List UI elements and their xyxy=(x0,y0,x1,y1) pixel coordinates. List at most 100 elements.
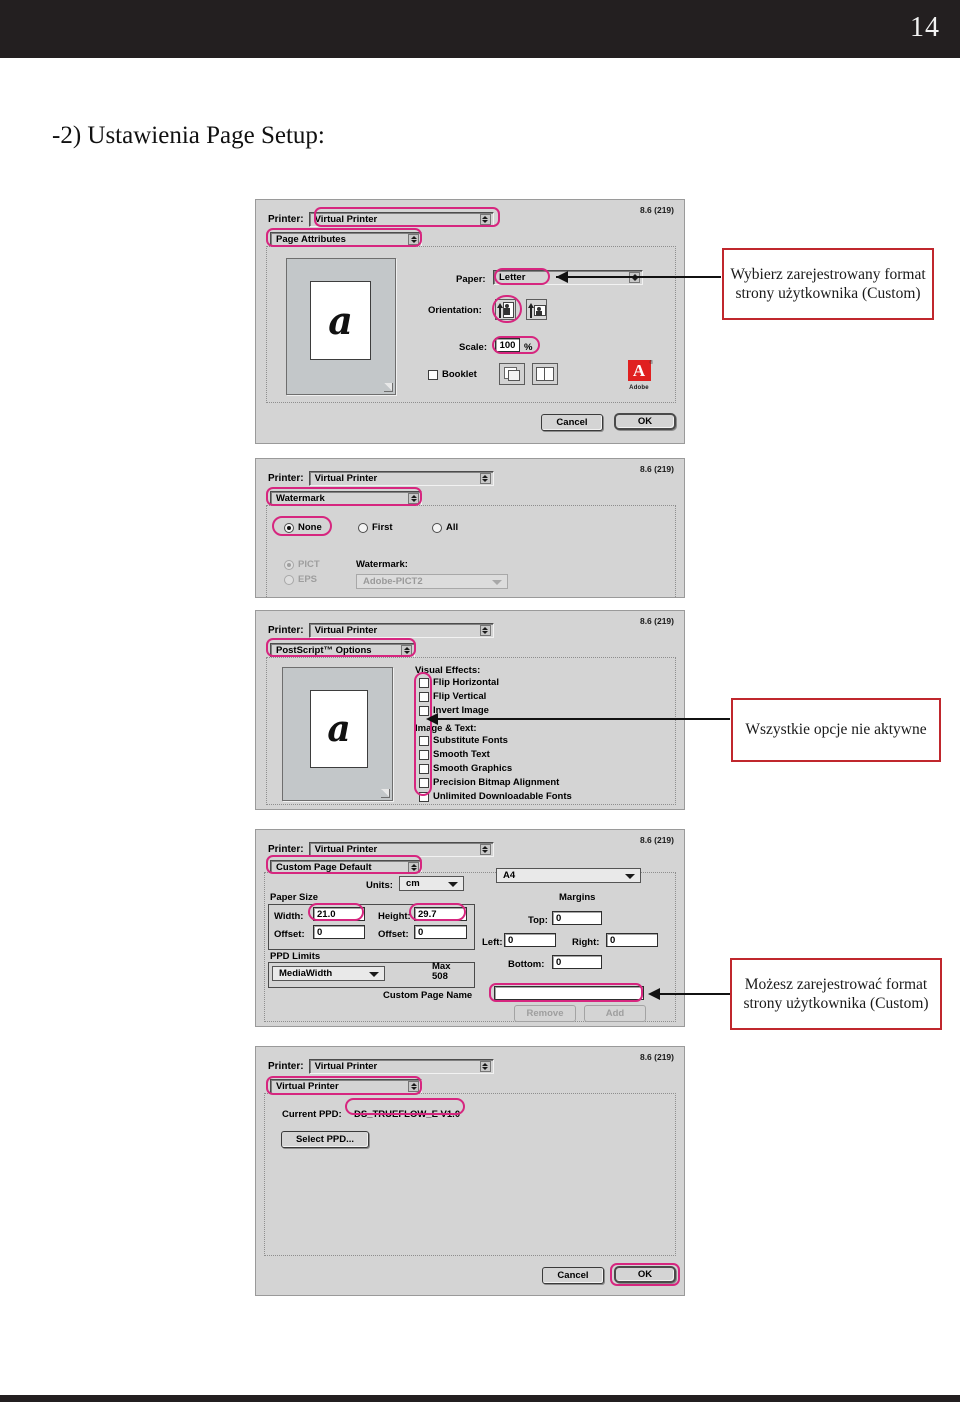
watermark-radio-pict[interactable]: PICT xyxy=(284,559,320,570)
pane-popup-menu-virtual-printer[interactable]: Virtual Printer xyxy=(270,1079,422,1094)
left-margin-value: 0 xyxy=(508,934,514,946)
pane-popup-menu-postscript[interactable]: PostScript™ Options xyxy=(270,643,415,658)
printer-popup-value: Virtual Printer xyxy=(314,473,378,484)
popup-arrows-icon xyxy=(479,1061,491,1072)
checkbox-label: Smooth Graphics xyxy=(433,763,513,774)
offset-left-label: Offset: xyxy=(274,929,305,940)
page-footer-rule xyxy=(0,1395,960,1402)
dialog-virtual-printer: 8.6 (219) Printer: Virtual Printer Virtu… xyxy=(255,1046,685,1296)
checkbox-smooth-graphics[interactable]: Smooth Graphics xyxy=(419,763,512,774)
top-margin-label: Top: xyxy=(528,915,548,926)
left-margin-input[interactable]: 0 xyxy=(504,933,556,947)
ok-button[interactable]: OK xyxy=(614,413,676,430)
page-preset-select[interactable]: A4 xyxy=(496,868,641,883)
printer-row: Printer: Virtual Printer xyxy=(268,623,494,638)
watermark-select[interactable]: Adobe-PICT2 xyxy=(356,574,508,589)
paper-label: Paper: xyxy=(456,274,486,285)
offset-right-input[interactable]: 0 xyxy=(414,925,467,939)
bottom-margin-input[interactable]: 0 xyxy=(552,955,602,969)
dialog-watermark: 8.6 (219) Printer: Virtual Printer Water… xyxy=(255,458,685,598)
printer-popup-value: Virtual Printer xyxy=(314,1061,378,1072)
radio-dot xyxy=(432,522,442,533)
top-margin-value: 0 xyxy=(556,912,562,924)
page-title: -2) Ustawienia Page Setup: xyxy=(52,122,325,149)
watermark-radio-all[interactable]: All xyxy=(432,522,458,533)
checkbox-precision-bitmap-alignment[interactable]: Precision Bitmap Alignment xyxy=(419,777,559,788)
popup-arrows-icon xyxy=(479,214,491,225)
printer-popup-menu[interactable]: Virtual Printer xyxy=(308,212,494,227)
driver-version-label: 8.6 (219) xyxy=(639,835,674,845)
checkbox-box xyxy=(419,749,429,760)
printer-row: Printer: Virtual Printer xyxy=(268,212,494,227)
orientation-portrait-icon[interactable] xyxy=(495,299,516,320)
checkbox-flip-vertical[interactable]: Flip Vertical xyxy=(419,691,486,702)
preview-dogear-icon xyxy=(381,789,390,798)
ppd-limits-select[interactable]: MediaWidth xyxy=(272,966,385,981)
scale-value: 100 xyxy=(499,339,516,351)
height-input[interactable]: 29.7 xyxy=(414,907,467,921)
units-select[interactable]: cm xyxy=(399,876,464,891)
watermark-radio-none[interactable]: None xyxy=(284,522,322,533)
popup-arrows-icon xyxy=(479,844,491,855)
preview-glyph: a xyxy=(328,298,353,343)
scale-input[interactable]: 100 xyxy=(495,338,520,352)
adobe-wordmark: Adobe xyxy=(629,385,649,391)
percent-label: % xyxy=(524,342,533,353)
visual-effects-group-label: Visual Effects: xyxy=(415,665,481,676)
current-ppd-label: Current PPD: xyxy=(282,1109,342,1120)
watermark-radio-eps[interactable]: EPS xyxy=(284,574,317,585)
cancel-button[interactable]: Cancel xyxy=(542,1267,604,1284)
cancel-button[interactable]: Cancel xyxy=(541,414,603,431)
checkbox-label: Flip Vertical xyxy=(433,691,487,702)
units-value: cm xyxy=(406,878,420,889)
watermark-select-value: Adobe-PICT2 xyxy=(363,576,423,587)
pane-popup-menu-page-attributes[interactable]: Page Attributes xyxy=(270,232,422,247)
add-button[interactable]: Add xyxy=(584,1005,646,1022)
width-value: 21.0 xyxy=(317,908,336,920)
orientation-landscape-icon[interactable] xyxy=(526,299,547,320)
popup-arrows-icon xyxy=(408,1081,419,1092)
checkbox-box xyxy=(419,691,429,702)
width-input[interactable]: 21.0 xyxy=(313,907,365,921)
right-margin-input[interactable]: 0 xyxy=(606,933,658,947)
booklet-style-2-icon[interactable] xyxy=(532,363,558,385)
pane-popup-menu-watermark[interactable]: Watermark xyxy=(270,491,422,506)
printer-popup-value: Virtual Printer xyxy=(314,844,378,855)
watermark-radio-first[interactable]: First xyxy=(358,522,393,533)
callout-select-custom-page: Wybierz zarejestrowany format strony uży… xyxy=(722,248,934,320)
arrowhead-3 xyxy=(648,988,660,1000)
checkbox-smooth-text[interactable]: Smooth Text xyxy=(419,749,490,760)
height-label: Height: xyxy=(378,911,411,922)
printer-popup-menu[interactable]: Virtual Printer xyxy=(308,471,494,486)
printer-popup-menu[interactable]: Virtual Printer xyxy=(308,842,494,857)
ok-button[interactable]: OK xyxy=(614,1266,676,1283)
top-margin-input[interactable]: 0 xyxy=(552,911,602,925)
pane-popup-value: Virtual Printer xyxy=(276,1081,339,1092)
arrowhead-2 xyxy=(426,713,438,725)
checkbox-substitute-fonts[interactable]: Substitute Fonts xyxy=(419,735,508,746)
remove-button[interactable]: Remove xyxy=(514,1005,576,1022)
printer-popup-menu[interactable]: Virtual Printer xyxy=(308,1059,494,1074)
page-header-bar: 14 xyxy=(0,0,960,58)
dialog-postscript-options: 8.6 (219) Printer: Virtual Printer PostS… xyxy=(255,610,685,810)
printer-label: Printer: xyxy=(268,625,304,636)
printer-popup-value: Virtual Printer xyxy=(314,625,378,636)
custom-page-name-input[interactable] xyxy=(494,986,644,1000)
booklet-checkbox[interactable]: Booklet xyxy=(428,369,477,380)
printer-popup-menu[interactable]: Virtual Printer xyxy=(308,623,494,638)
checkbox-unlimited-downloadable-fonts[interactable]: Unlimited Downloadable Fonts xyxy=(419,791,572,802)
radio-label: EPS xyxy=(298,574,318,585)
checkbox-label: Smooth Text xyxy=(433,749,490,760)
bottom-margin-label: Bottom: xyxy=(508,959,545,970)
chevron-down-icon xyxy=(625,873,635,879)
popup-arrows-icon xyxy=(408,234,419,245)
checkbox-flip-horizontal[interactable]: Flip Horizontal xyxy=(419,677,499,688)
pane-popup-value: Page Attributes xyxy=(276,234,346,245)
offset-left-input[interactable]: 0 xyxy=(313,925,365,939)
watermark-field-label: Watermark: xyxy=(356,559,408,570)
select-ppd-button[interactable]: Select PPD... xyxy=(281,1131,369,1148)
offset-left-value: 0 xyxy=(317,926,323,938)
booklet-style-1-icon[interactable] xyxy=(499,363,525,385)
preview-dogear-icon xyxy=(384,383,393,392)
width-label: Width: xyxy=(274,911,304,922)
